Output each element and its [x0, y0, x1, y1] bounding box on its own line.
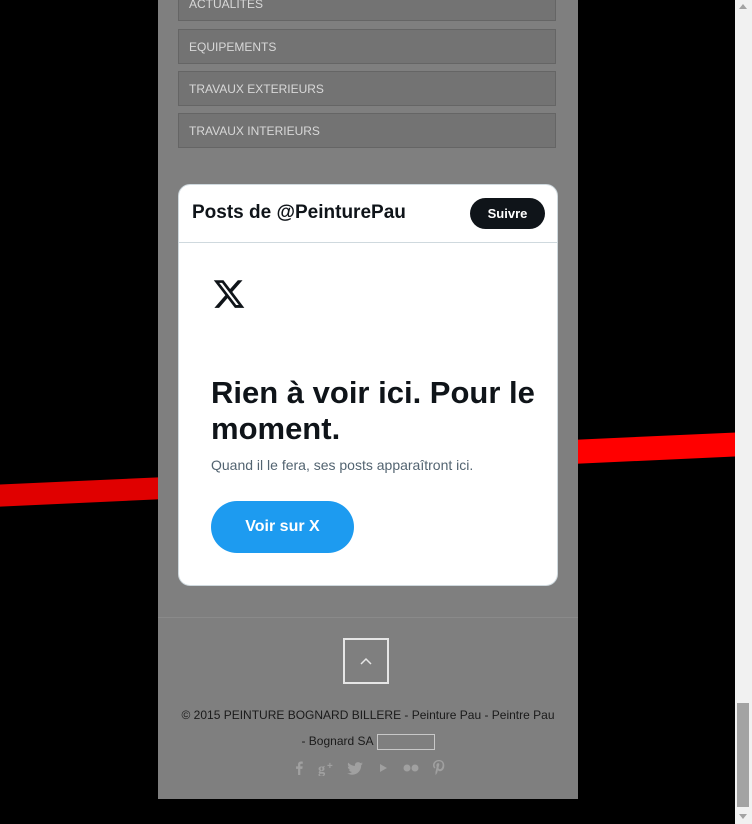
footer-divider [158, 617, 578, 618]
pinterest-icon[interactable] [430, 759, 448, 777]
copyright-line: © 2015 PEINTURE BOGNARD BILLERE - Peintu… [181, 708, 555, 748]
content-column: ACTUALITES EQUIPEMENTS TRAVAUX EXTERIEUR… [158, 0, 578, 799]
category-actualites[interactable]: ACTUALITES [178, 0, 556, 21]
twitter-icon[interactable] [346, 759, 364, 777]
follow-button[interactable]: Suivre [470, 198, 545, 229]
broken-image [376, 733, 435, 750]
category-travaux-interieurs[interactable]: TRAVAUX INTERIEURS [178, 113, 556, 148]
flickr-icon[interactable] [402, 759, 420, 777]
chevron-up-icon [360, 657, 372, 665]
scroll-up-arrow-icon[interactable] [739, 4, 747, 9]
scrollbar-thumb[interactable] [737, 703, 749, 807]
empty-state-text: Quand il le fera, ses posts apparaîtront… [211, 457, 474, 473]
category-equipements[interactable]: EQUIPEMENTS [178, 29, 556, 64]
svg-text:+: + [327, 761, 333, 772]
category-travaux-exterieurs[interactable]: TRAVAUX EXTERIEURS [178, 71, 556, 106]
social-links: g + [290, 758, 448, 778]
widget-header: Posts de @PeinturePau Suivre [179, 185, 557, 243]
view-on-x-button[interactable]: Voir sur X [211, 501, 354, 553]
red-stripe-right [570, 432, 743, 464]
red-stripe-left [0, 476, 171, 507]
empty-state-heading: Rien à voir ici. Pour le moment. [211, 375, 535, 446]
facebook-icon[interactable] [290, 759, 308, 777]
google-plus-icon[interactable]: g + [318, 759, 336, 777]
svg-text:g: g [318, 761, 326, 776]
copyright-text: © 2015 PEINTURE BOGNARD BILLERE - Peintu… [178, 702, 558, 754]
back-to-top-button[interactable] [343, 638, 389, 684]
vertical-scrollbar[interactable] [735, 0, 752, 824]
x-logo-icon [213, 280, 245, 308]
scroll-down-arrow-icon[interactable] [739, 814, 747, 819]
x-timeline-widget: Posts de @PeinturePau Suivre Rien à voir… [178, 184, 558, 586]
youtube-icon[interactable] [374, 759, 392, 777]
widget-title: Posts de @PeinturePau [192, 202, 406, 223]
